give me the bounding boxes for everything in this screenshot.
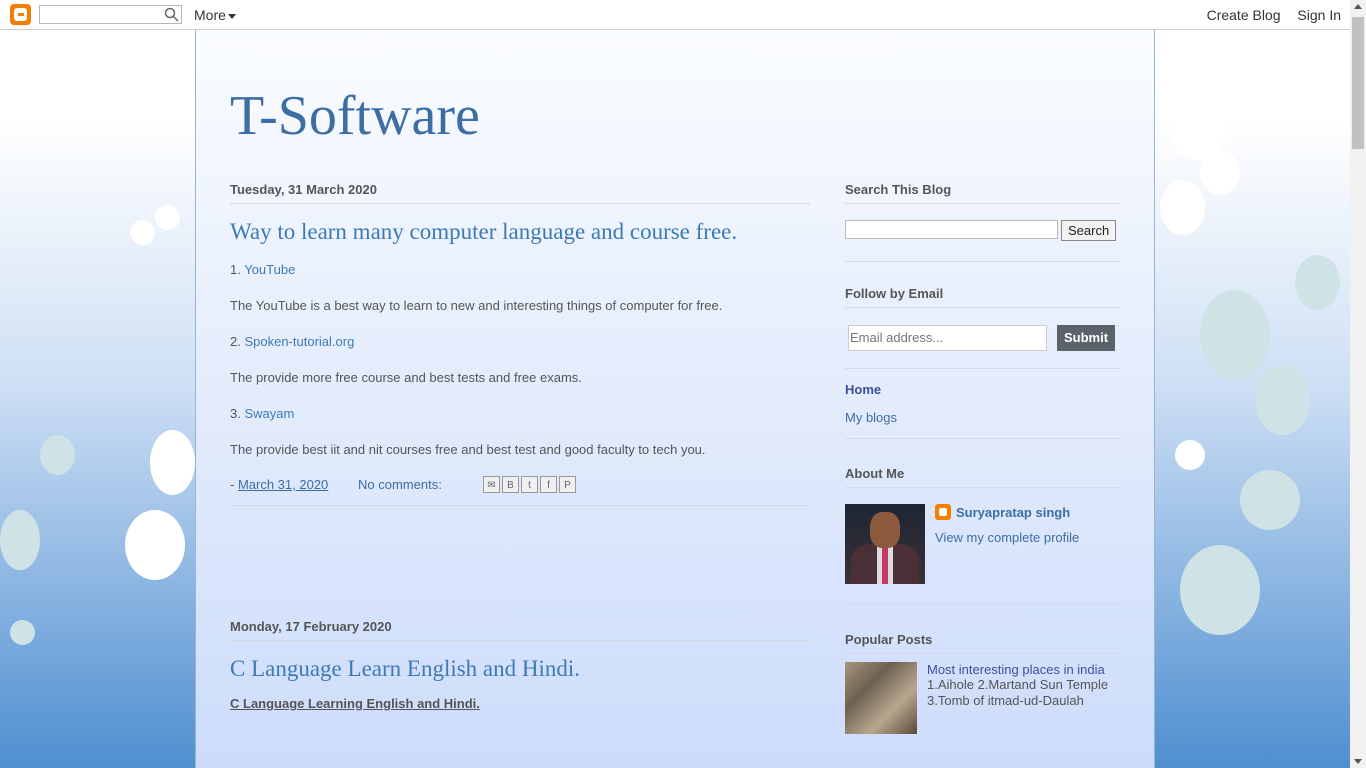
post-item: 3. Swayam [230, 405, 810, 423]
pages-widget: Home My blogs [845, 369, 1120, 439]
post-body: 1. YouTube The YouTube is a best way to … [230, 261, 810, 459]
search-icon[interactable] [164, 7, 179, 22]
email-icon[interactable]: ✉ [483, 476, 500, 493]
pinterest-icon[interactable]: P [559, 476, 576, 493]
widget-title: Search This Blog [845, 182, 1120, 204]
scroll-thumb[interactable] [1352, 17, 1364, 149]
content-outer: T-Software Tuesday, 31 March 2020 Way to… [195, 30, 1155, 768]
widget-title: Popular Posts [845, 632, 1120, 654]
post-item-desc: The provide best iit and nit courses fre… [230, 442, 706, 457]
popular-post-title[interactable]: Most interesting places in india [927, 662, 1117, 677]
comments-link[interactable]: No comments: [358, 477, 442, 492]
blog-search-input[interactable] [845, 220, 1058, 239]
avatar[interactable] [845, 504, 925, 584]
post-timestamp-link[interactable]: March 31, 2020 [238, 477, 328, 492]
post-date-header: Tuesday, 31 March 2020 [230, 182, 810, 204]
post-date-header: Monday, 17 February 2020 [230, 619, 810, 641]
post-item: 1. YouTube [230, 261, 810, 279]
timestamp-prefix: - [230, 477, 238, 492]
scrollbar[interactable] [1350, 0, 1366, 768]
facebook-icon[interactable]: f [540, 476, 557, 493]
twitter-icon[interactable]: t [521, 476, 538, 493]
email-field[interactable]: Email address... [848, 325, 1047, 351]
create-blog-link[interactable]: Create Blog [1207, 7, 1281, 23]
post-item-desc: The provide more free course and best te… [230, 370, 582, 385]
navbar-search-input[interactable] [39, 5, 182, 24]
view-profile-link[interactable]: View my complete profile [935, 530, 1079, 545]
page-link-my-blogs[interactable]: My blogs [845, 410, 1120, 438]
post-title[interactable]: Way to learn many computer language and … [230, 219, 810, 245]
item-number: 3. [230, 406, 245, 421]
post: Monday, 17 February 2020 C Language Lear… [230, 619, 810, 711]
page-link-home[interactable]: Home [845, 382, 1120, 410]
search-widget: Search This Blog Search [845, 182, 1120, 262]
popular-post-snippet: 1.Aihole 2.Martand Sun Temple 3.Tomb of … [927, 677, 1109, 708]
more-label: More [194, 7, 226, 23]
follow-by-email-widget: Follow by Email Email address... Submit [845, 286, 1120, 369]
sign-in-link[interactable]: Sign In [1297, 7, 1341, 23]
post-title[interactable]: C Language Learn English and Hindi. [230, 656, 810, 682]
search-button[interactable]: Search [1061, 220, 1117, 241]
widget-title: About Me [845, 466, 1120, 488]
share-buttons: ✉ B t f P [483, 476, 578, 493]
item-link[interactable]: YouTube [244, 262, 295, 277]
post-subtitle: C Language Learning English and Hindi. [230, 696, 480, 711]
post-footer: - March 31, 2020 No comments: ✉ B t f P [230, 476, 810, 506]
submit-button[interactable]: Submit [1057, 325, 1115, 351]
item-link[interactable]: Spoken-tutorial.org [244, 334, 354, 349]
popular-posts-widget: Popular Posts Most interesting places in… [845, 632, 1120, 734]
post-timestamp: - March 31, 2020 [230, 477, 328, 492]
widget-title: Follow by Email [845, 286, 1120, 308]
scroll-up-arrow-icon[interactable] [1354, 4, 1362, 9]
post-item-desc: The YouTube is a best way to learn to ne… [230, 298, 723, 313]
scroll-down-arrow-icon[interactable] [1354, 759, 1362, 764]
item-number: 2. [230, 334, 245, 349]
chevron-down-icon [227, 13, 236, 19]
blogger-navbar: More Create Blog Sign In [0, 0, 1350, 30]
item-number: 1. [230, 262, 245, 277]
sidebar: Search This Blog Search Follow by Email … [845, 182, 1120, 734]
profile-name-text: Suryapratap singh [956, 504, 1071, 520]
profile-name[interactable]: Suryapratap singh [935, 504, 1079, 520]
main-column: Tuesday, 31 March 2020 Way to learn many… [230, 182, 810, 711]
post: Tuesday, 31 March 2020 Way to learn many… [230, 182, 810, 506]
blogger-logo-icon[interactable] [10, 4, 31, 25]
more-menu[interactable]: More [194, 7, 236, 23]
blog-title[interactable]: T-Software [230, 84, 480, 148]
popular-post-thumbnail[interactable] [845, 662, 917, 734]
post-item: 2. Spoken-tutorial.org [230, 333, 810, 351]
blogger-icon [935, 504, 951, 520]
blogger-icon[interactable]: B [502, 476, 519, 493]
item-link[interactable]: Swayam [244, 406, 294, 421]
about-me-widget: About Me Suryapratap singh View my compl… [845, 466, 1120, 605]
